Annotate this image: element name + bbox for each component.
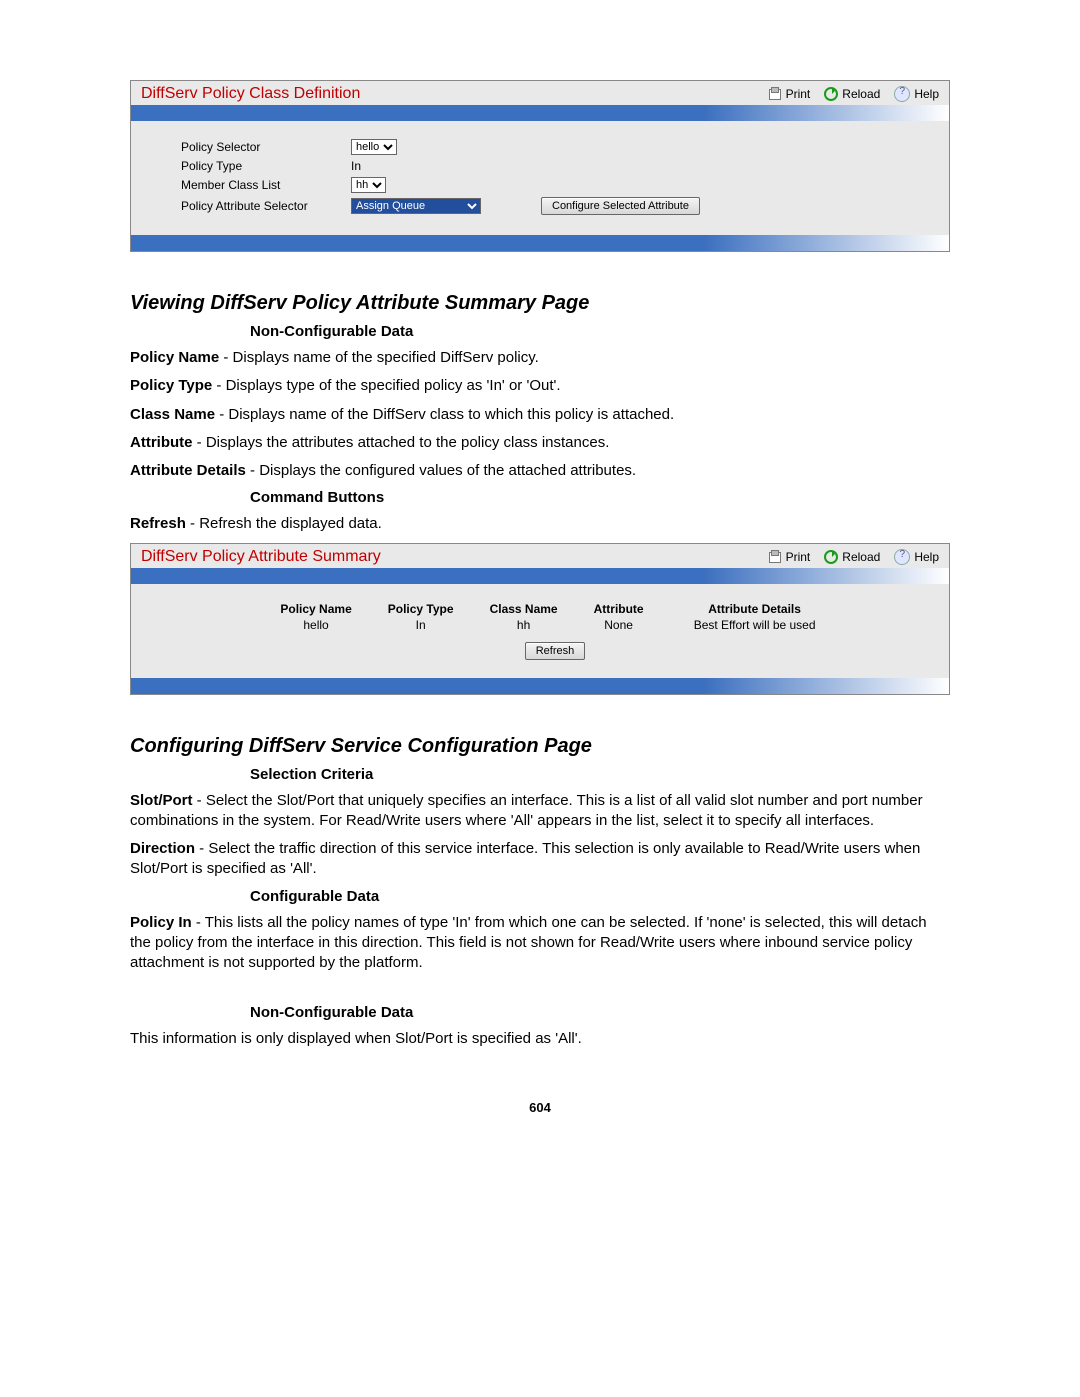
help-icon: [894, 86, 910, 102]
divider: [131, 105, 949, 121]
col-attribute: Attribute: [576, 602, 662, 618]
col-policy-type: Policy Type: [370, 602, 472, 618]
table-row: hello In hh None Best Effort will be use…: [262, 618, 847, 638]
configure-selected-attribute-button[interactable]: Configure Selected Attribute: [541, 197, 700, 215]
non-configurable-data-heading: Non-Configurable Data: [250, 323, 950, 340]
policy-in-desc: Policy In - This lists all the policy na…: [130, 913, 950, 974]
attribute-desc: Attribute - Displays the attributes atta…: [130, 433, 950, 453]
refresh-desc: Refresh - Refresh the displayed data.: [130, 514, 950, 534]
print-icon: [768, 550, 782, 564]
member-class-list-dropdown[interactable]: hh: [351, 177, 386, 193]
section-heading-viewing-summary: Viewing DiffServ Policy Attribute Summar…: [130, 292, 950, 315]
policy-type-value: In: [351, 159, 361, 173]
divider: [131, 678, 949, 694]
table-header-row: Policy Name Policy Type Class Name Attri…: [262, 602, 847, 618]
refresh-button[interactable]: Refresh: [525, 642, 586, 660]
col-class-name: Class Name: [472, 602, 576, 618]
non-configurable-data-heading-2: Non-Configurable Data: [250, 1004, 950, 1021]
selection-criteria-heading: Selection Criteria: [250, 766, 950, 783]
reload-link[interactable]: Reload: [824, 550, 880, 564]
reload-icon: [824, 87, 838, 101]
print-icon: [768, 87, 782, 101]
reload-link[interactable]: Reload: [824, 87, 880, 101]
diffserv-policy-attribute-summary-panel: DiffServ Policy Attribute Summary Print …: [130, 543, 950, 695]
policy-type-label: Policy Type: [181, 159, 351, 173]
class-name-desc: Class Name - Displays name of the DiffSe…: [130, 405, 950, 425]
cell-attribute: None: [576, 618, 662, 638]
policy-name-desc: Policy Name - Displays name of the speci…: [130, 348, 950, 368]
section-heading-configuring-service: Configuring DiffServ Service Configurati…: [130, 735, 950, 758]
divider: [131, 235, 949, 251]
print-link[interactable]: Print: [768, 87, 811, 101]
panel1-title: DiffServ Policy Class Definition: [141, 85, 754, 103]
slot-port-desc: Slot/Port - Select the Slot/Port that un…: [130, 791, 950, 832]
attribute-details-desc: Attribute Details - Displays the configu…: [130, 461, 950, 481]
col-attribute-details: Attribute Details: [662, 602, 848, 618]
policy-attribute-selector-dropdown[interactable]: Assign Queue: [351, 198, 481, 214]
summary-table: Policy Name Policy Type Class Name Attri…: [262, 602, 847, 638]
help-icon: [894, 549, 910, 565]
cell-class-name: hh: [472, 618, 576, 638]
help-link[interactable]: Help: [894, 549, 939, 565]
help-link[interactable]: Help: [894, 86, 939, 102]
configurable-data-heading: Configurable Data: [250, 888, 950, 905]
panel2-title: DiffServ Policy Attribute Summary: [141, 548, 754, 566]
policy-selector-dropdown[interactable]: hello: [351, 139, 397, 155]
col-policy-name: Policy Name: [262, 602, 369, 618]
cell-policy-name: hello: [262, 618, 369, 638]
print-link[interactable]: Print: [768, 550, 811, 564]
policy-type-desc: Policy Type - Displays type of the speci…: [130, 376, 950, 396]
page-number: 604: [130, 1100, 950, 1115]
cell-attribute-details: Best Effort will be used: [662, 618, 848, 638]
diffserv-policy-class-definition-panel: DiffServ Policy Class Definition Print R…: [130, 80, 950, 252]
ncd2-text: This information is only displayed when …: [130, 1029, 950, 1049]
divider: [131, 568, 949, 584]
policy-selector-label: Policy Selector: [181, 140, 351, 154]
cell-policy-type: In: [370, 618, 472, 638]
member-class-list-label: Member Class List: [181, 178, 351, 192]
reload-icon: [824, 550, 838, 564]
command-buttons-heading: Command Buttons: [250, 489, 950, 506]
policy-attribute-selector-label: Policy Attribute Selector: [181, 199, 351, 213]
direction-desc: Direction - Select the traffic direction…: [130, 839, 950, 880]
